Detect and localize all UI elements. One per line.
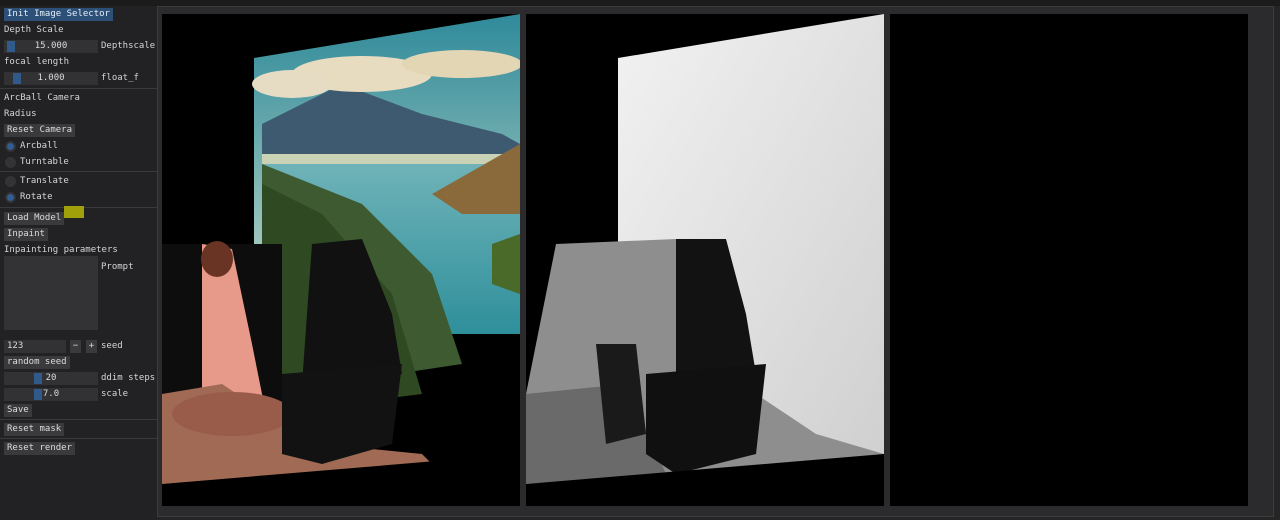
turntable-radio[interactable] [5, 157, 16, 168]
arcball-camera-heading: ArcBall Camera [4, 93, 80, 103]
seed-label: seed [101, 341, 123, 351]
inpaint-button[interactable]: Inpaint [4, 228, 48, 241]
scale-value: 7.0 [42, 389, 60, 399]
depth-render-panel[interactable] [526, 14, 884, 506]
divider [0, 171, 157, 172]
reset-camera-button[interactable]: Reset Camera [4, 124, 76, 137]
turntable-radio-label: Turntable [20, 157, 69, 167]
arcball-radio-label: Arcball [20, 141, 58, 151]
divider [0, 419, 157, 420]
depth-scale-label: Depthscale [101, 41, 156, 51]
ddim-steps-slider[interactable]: 20 [4, 372, 98, 385]
ddim-steps-label: ddim steps [101, 373, 156, 383]
depth-render-image [526, 14, 884, 506]
focal-length-value: 1.000 [37, 73, 65, 83]
depth-scale-slider[interactable]: 15.000 [4, 40, 98, 53]
depth-scale-value: 15.000 [34, 41, 68, 51]
color-render-panel[interactable] [162, 14, 522, 506]
color-render-image [162, 14, 522, 506]
prompt-textarea[interactable] [4, 256, 98, 330]
divider [0, 88, 157, 89]
seed-value: 123 [7, 341, 24, 351]
rotate-radio-label: Rotate [20, 192, 53, 202]
seed-input[interactable]: 123 [4, 340, 66, 353]
seed-increment-button[interactable]: + [86, 340, 97, 353]
focal-length-label: float_f [101, 73, 139, 83]
scale-label: scale [101, 389, 129, 399]
translate-radio-label: Translate [20, 176, 69, 186]
radius-label: Radius [4, 109, 37, 119]
reset-render-button[interactable]: Reset render [4, 442, 76, 455]
translate-radio[interactable] [5, 176, 16, 187]
model-color-swatch[interactable] [64, 206, 84, 218]
empty-render-panel[interactable] [890, 14, 1248, 506]
ddim-steps-value: 20 [45, 373, 57, 383]
depth-scale-heading: Depth Scale [4, 25, 64, 35]
seed-decrement-button[interactable]: − [70, 340, 81, 353]
random-seed-button[interactable]: random seed [4, 356, 70, 369]
focal-length-heading: focal length [4, 57, 70, 67]
init-image-selector-button[interactable]: Init Image Selector [4, 8, 113, 21]
save-button[interactable]: Save [4, 404, 32, 417]
focal-length-slider[interactable]: 1.000 [4, 72, 98, 85]
scale-slider[interactable]: 7.0 [4, 388, 98, 401]
reset-mask-button[interactable]: Reset mask [4, 423, 65, 436]
arcball-radio[interactable] [5, 141, 16, 152]
load-model-button[interactable]: Load Model [4, 212, 65, 225]
rotate-radio[interactable] [5, 192, 16, 203]
divider [0, 438, 157, 439]
prompt-label: Prompt [101, 262, 134, 272]
